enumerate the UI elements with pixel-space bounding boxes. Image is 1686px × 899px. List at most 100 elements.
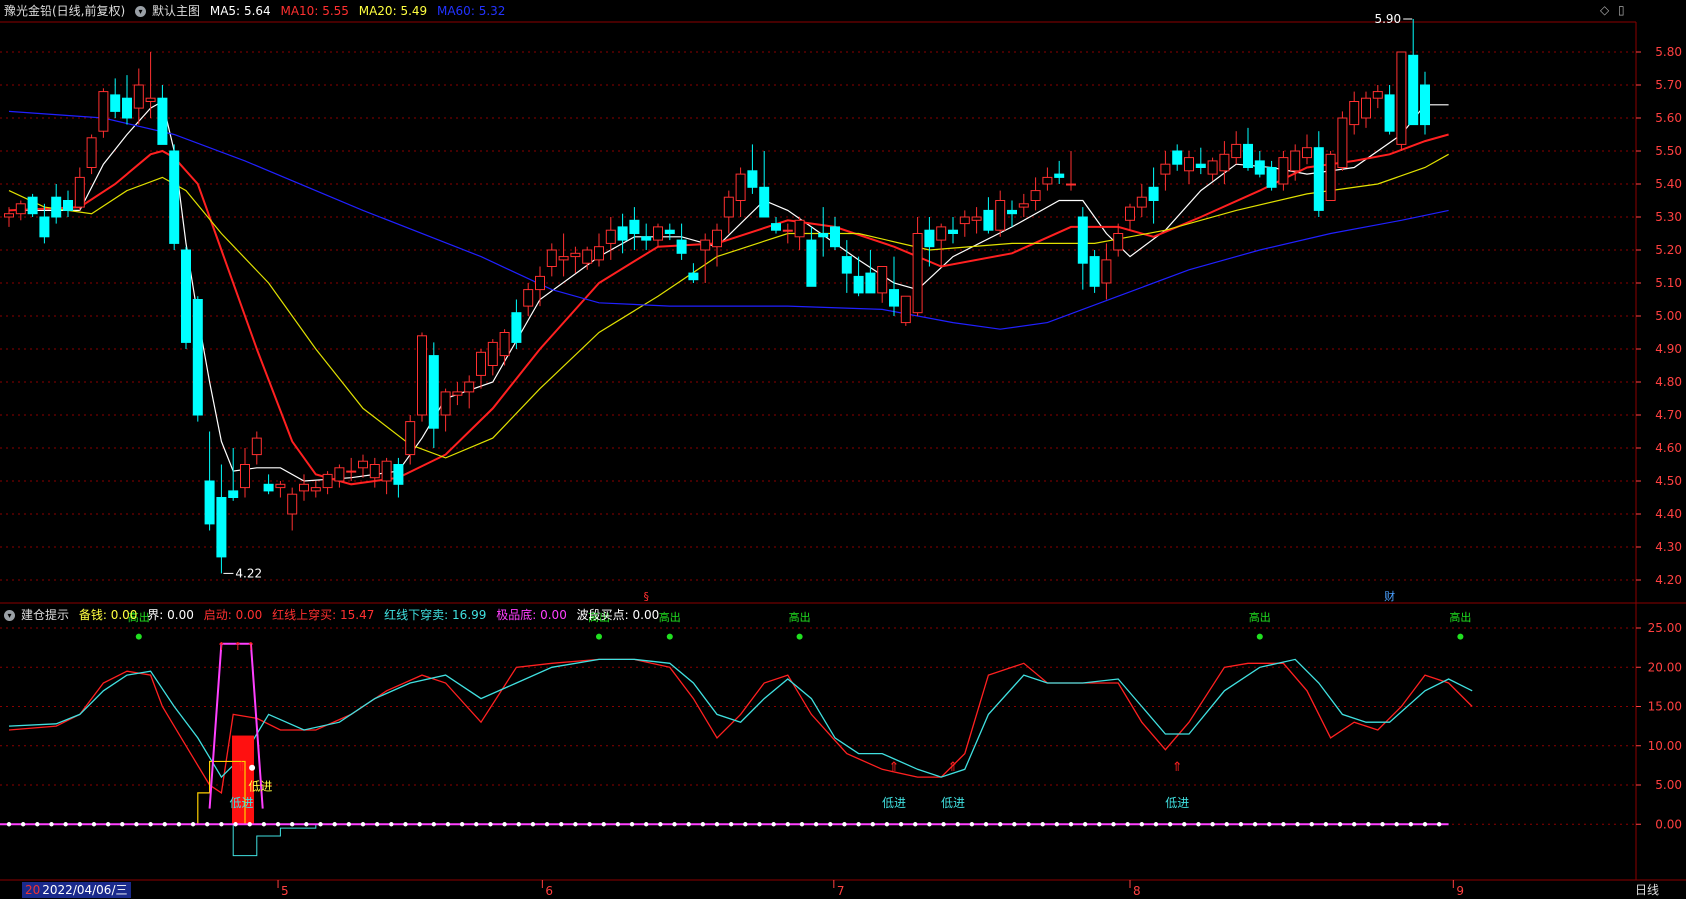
candle bbox=[86, 134, 97, 175]
sub-y-tick-label: 20.00 bbox=[1648, 660, 1682, 674]
candle-body-down bbox=[1408, 54, 1419, 126]
candle bbox=[900, 295, 911, 326]
baseline-dot bbox=[1281, 822, 1286, 827]
candle bbox=[1361, 91, 1371, 128]
candle-body-down bbox=[63, 200, 73, 211]
high-price-label: 5.90 bbox=[1374, 12, 1401, 26]
baseline-dot bbox=[1040, 822, 1045, 827]
candle-body-up bbox=[452, 391, 463, 396]
candle-body-up bbox=[287, 493, 298, 515]
y-tick-label: 5.70 bbox=[1655, 78, 1682, 92]
candle-body-up bbox=[558, 256, 569, 261]
candle bbox=[594, 233, 604, 267]
candle bbox=[452, 382, 463, 406]
candle-body-up bbox=[712, 229, 722, 248]
baseline-dot bbox=[431, 822, 436, 827]
candle-body-down bbox=[664, 229, 675, 234]
baseline-dot bbox=[247, 822, 252, 827]
ma5-label: MA5: bbox=[209, 4, 241, 18]
period-selector[interactable]: 日线 bbox=[1635, 882, 1659, 898]
ma60-label: MA60: bbox=[436, 4, 475, 18]
sell-dot bbox=[796, 633, 803, 640]
candle bbox=[27, 193, 38, 217]
candle-body-down bbox=[617, 226, 628, 241]
current-date-badge[interactable]: 20 2022/04/06/三 bbox=[22, 882, 131, 898]
indicator-menu-icon[interactable]: ▾ bbox=[4, 610, 15, 621]
y-tick-label: 5.40 bbox=[1655, 177, 1682, 191]
candle-body-up bbox=[346, 470, 357, 473]
candle-body-up bbox=[299, 483, 309, 492]
up-arrow-icon: ↑ bbox=[233, 640, 242, 653]
candlestick-series[interactable] bbox=[4, 19, 1430, 574]
panel-toggle-icon[interactable]: ▯ bbox=[1618, 3, 1625, 17]
candle bbox=[287, 487, 298, 531]
ma60-value: 5.32 bbox=[478, 4, 506, 18]
candle bbox=[735, 167, 746, 217]
up-arrow-icon: ↑ bbox=[246, 640, 255, 653]
candle-body-up bbox=[1066, 183, 1076, 186]
date-prefix: 20 bbox=[25, 883, 41, 897]
candle bbox=[523, 283, 534, 316]
x-tick-label: 9 bbox=[1456, 884, 1464, 898]
candle bbox=[1231, 131, 1242, 165]
candle bbox=[358, 454, 368, 478]
sub-y-tick-label: 15.00 bbox=[1648, 700, 1682, 714]
candle bbox=[1077, 207, 1088, 290]
baseline-dot bbox=[445, 822, 451, 827]
ma10-legend: MA10: 5.55 bbox=[280, 4, 348, 18]
jie-line bbox=[232, 824, 317, 857]
candle bbox=[1372, 85, 1383, 109]
candle bbox=[641, 223, 652, 250]
baseline-dot bbox=[559, 822, 564, 827]
candle bbox=[216, 464, 227, 574]
candle bbox=[1101, 243, 1112, 300]
candle-body-down bbox=[428, 355, 439, 429]
low-price-label: 4.22 bbox=[235, 566, 262, 580]
baseline-dot bbox=[516, 822, 521, 827]
candle bbox=[263, 474, 274, 495]
template-dropdown-icon[interactable]: ▾ bbox=[135, 6, 147, 17]
stock-title[interactable]: 豫光金铅(日线,前复权) bbox=[4, 4, 125, 18]
sell-label: 高出 bbox=[1249, 610, 1271, 624]
candle-body-down bbox=[676, 239, 687, 254]
candle-body-down bbox=[1254, 160, 1265, 175]
sell-dot bbox=[1457, 633, 1464, 640]
candle bbox=[1054, 160, 1065, 184]
y-tick-label: 5.30 bbox=[1655, 210, 1682, 224]
legend-red-cross-down-label: 红线下穿卖: bbox=[384, 608, 449, 622]
sell-label: 高出 bbox=[789, 610, 811, 624]
diamond-icon[interactable]: ◇ bbox=[1600, 3, 1609, 17]
baseline-dot bbox=[20, 822, 26, 827]
candle bbox=[759, 151, 770, 218]
baseline-dot bbox=[955, 822, 960, 827]
ma60-legend: MA60: 5.32 bbox=[437, 4, 505, 18]
candle bbox=[1278, 151, 1289, 191]
ma10-value: 5.55 bbox=[322, 4, 349, 18]
candle-body-up bbox=[358, 460, 368, 469]
baseline-dot bbox=[672, 822, 677, 827]
template-name[interactable]: 默认主图 bbox=[152, 4, 200, 18]
candle bbox=[535, 266, 545, 307]
y-tick-label: 4.30 bbox=[1655, 540, 1682, 554]
legend-red-cross-up-label: 红线上穿买: bbox=[272, 608, 337, 622]
buy-label: 低进 bbox=[229, 796, 253, 810]
baseline-dot bbox=[1125, 822, 1130, 827]
y-tick-label: 4.40 bbox=[1655, 507, 1682, 521]
candle-body-down bbox=[818, 233, 829, 238]
candle-body-down bbox=[181, 249, 191, 343]
red-cross-up-line bbox=[8, 658, 1473, 795]
candle bbox=[712, 223, 722, 267]
candle-body-down bbox=[1266, 167, 1277, 188]
candle bbox=[1302, 134, 1312, 165]
baseline-dot bbox=[1111, 822, 1116, 827]
candle-body-down bbox=[51, 196, 62, 218]
baseline-dot bbox=[190, 822, 196, 827]
candle bbox=[310, 481, 321, 498]
indicator-title[interactable]: 建仓提示 bbox=[21, 608, 69, 622]
candle bbox=[334, 464, 345, 488]
baseline-dot bbox=[488, 822, 493, 827]
candle bbox=[924, 217, 935, 267]
candle-body-up bbox=[334, 467, 345, 482]
baseline-dot bbox=[459, 822, 465, 827]
candle bbox=[912, 217, 923, 316]
